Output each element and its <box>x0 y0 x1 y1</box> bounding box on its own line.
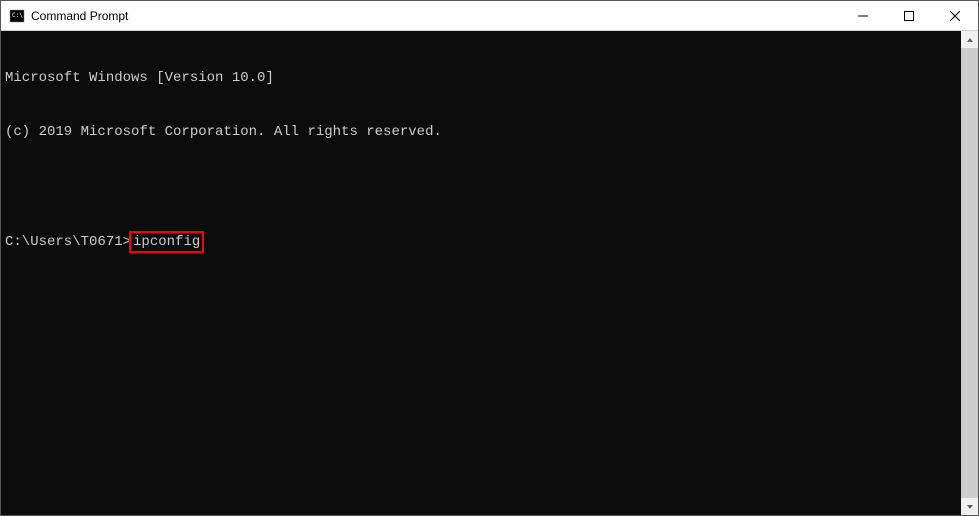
content-area: Microsoft Windows [Version 10.0] (c) 201… <box>1 31 978 515</box>
terminal-prompt-line: C:\Users\T0671>ipconfig <box>5 231 957 253</box>
window-controls <box>840 1 978 30</box>
app-icon: C:\ <box>9 8 25 24</box>
scroll-up-button[interactable] <box>961 31 978 48</box>
titlebar[interactable]: C:\ Command Prompt <box>1 1 978 31</box>
window-title: Command Prompt <box>31 9 840 23</box>
scroll-thumb[interactable] <box>961 48 978 498</box>
svg-text:C:\: C:\ <box>12 12 23 19</box>
command-prompt-window: C:\ Command Prompt Microsoft Windows [Ve… <box>0 0 979 516</box>
command-text: ipconfig <box>133 234 200 250</box>
terminal-line: Microsoft Windows [Version 10.0] <box>5 69 957 87</box>
close-button[interactable] <box>932 1 978 30</box>
vertical-scrollbar[interactable] <box>961 31 978 515</box>
terminal-output[interactable]: Microsoft Windows [Version 10.0] (c) 201… <box>1 31 961 515</box>
scroll-down-button[interactable] <box>961 498 978 515</box>
prompt-text: C:\Users\T0671> <box>5 234 131 250</box>
command-highlight: ipconfig <box>129 231 204 253</box>
scroll-track[interactable] <box>961 48 978 498</box>
minimize-button[interactable] <box>840 1 886 30</box>
terminal-line <box>5 177 957 195</box>
maximize-button[interactable] <box>886 1 932 30</box>
terminal-line: (c) 2019 Microsoft Corporation. All righ… <box>5 123 957 141</box>
